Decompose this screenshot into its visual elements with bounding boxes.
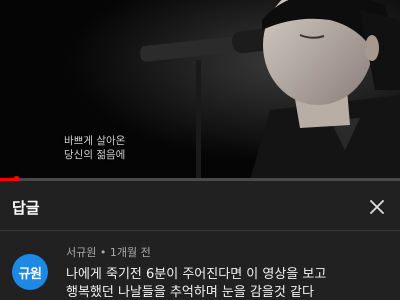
avatar[interactable]: 규원 bbox=[12, 254, 48, 290]
close-icon bbox=[370, 200, 384, 214]
caption-line: 당신의 젊음에 bbox=[64, 149, 126, 161]
video-caption: 바쁘게 살아온 당신의 젊음에 bbox=[64, 134, 125, 162]
replies-header: 답글 bbox=[0, 181, 400, 231]
comment-author[interactable]: 서규원 bbox=[66, 246, 96, 259]
close-button[interactable] bbox=[362, 192, 392, 222]
replies-title: 답글 bbox=[12, 199, 40, 217]
meta-separator: • bbox=[99, 246, 107, 259]
video-player[interactable]: 바쁘게 살아온 당신의 젊음에 bbox=[0, 0, 400, 180]
comment-item: 규원 서규원 • 1개월 전 나에게 죽기전 6분이 주어진다면 이 영상을 보… bbox=[0, 232, 400, 300]
caption-line: 바쁘게 살아온 bbox=[64, 135, 126, 147]
avatar-text: 규원 bbox=[18, 266, 42, 282]
video-frame-image bbox=[0, 0, 400, 180]
comment-time: 1개월 전 bbox=[109, 246, 151, 259]
comment-text-line: 행복했던 나날들을 추억하며 눈을 감을것 같다 bbox=[66, 285, 314, 300]
comment-text-line: 나에게 죽기전 6분이 주어진다면 이 영상을 보고 bbox=[66, 267, 327, 282]
comment-meta: 서규원 • 1개월 전 bbox=[66, 244, 151, 260]
comment-text: 나에게 죽기전 6분이 주어진다면 이 영상을 보고 행복했던 나날들을 추억하… bbox=[66, 266, 392, 300]
